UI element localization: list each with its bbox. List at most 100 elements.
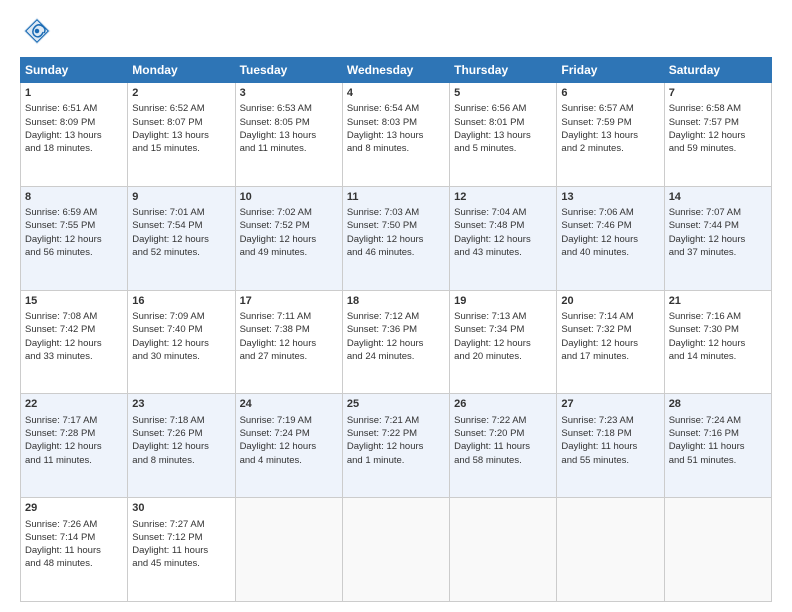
day-number: 24	[240, 397, 338, 412]
day-number: 17	[240, 294, 338, 309]
day-info-line: Sunset: 8:07 PM	[132, 116, 230, 129]
day-number: 11	[347, 190, 445, 205]
day-info-line: Sunset: 7:34 PM	[454, 323, 552, 336]
day-info-line: Daylight: 13 hours	[132, 129, 230, 142]
calendar-week-row: 1Sunrise: 6:51 AMSunset: 8:09 PMDaylight…	[21, 83, 772, 187]
day-info-line: and 17 minutes.	[561, 350, 659, 363]
calendar-week-row: 15Sunrise: 7:08 AMSunset: 7:42 PMDayligh…	[21, 290, 772, 394]
calendar-cell: 15Sunrise: 7:08 AMSunset: 7:42 PMDayligh…	[21, 290, 128, 394]
calendar-cell: 9Sunrise: 7:01 AMSunset: 7:54 PMDaylight…	[128, 186, 235, 290]
day-info-line: Sunrise: 7:19 AM	[240, 414, 338, 427]
calendar-cell: 30Sunrise: 7:27 AMSunset: 7:12 PMDayligh…	[128, 498, 235, 602]
day-info-line: Sunrise: 7:02 AM	[240, 206, 338, 219]
day-info-line: Daylight: 11 hours	[561, 440, 659, 453]
day-number: 14	[669, 190, 767, 205]
calendar-cell: 27Sunrise: 7:23 AMSunset: 7:18 PMDayligh…	[557, 394, 664, 498]
calendar-cell: 10Sunrise: 7:02 AMSunset: 7:52 PMDayligh…	[235, 186, 342, 290]
calendar-cell: 26Sunrise: 7:22 AMSunset: 7:20 PMDayligh…	[450, 394, 557, 498]
day-info-line: Sunrise: 7:24 AM	[669, 414, 767, 427]
day-info-line: Daylight: 12 hours	[669, 129, 767, 142]
day-info-line: Daylight: 12 hours	[25, 233, 123, 246]
day-info-line: and 1 minute.	[347, 454, 445, 467]
day-info-line: Sunrise: 7:13 AM	[454, 310, 552, 323]
calendar-cell: 16Sunrise: 7:09 AMSunset: 7:40 PMDayligh…	[128, 290, 235, 394]
day-info-line: and 46 minutes.	[347, 246, 445, 259]
calendar-week-row: 8Sunrise: 6:59 AMSunset: 7:55 PMDaylight…	[21, 186, 772, 290]
day-info-line: Sunrise: 7:01 AM	[132, 206, 230, 219]
day-info-line: Sunrise: 6:59 AM	[25, 206, 123, 219]
day-info-line: Sunset: 7:32 PM	[561, 323, 659, 336]
day-info-line: Sunset: 7:48 PM	[454, 219, 552, 232]
day-info-line: Sunrise: 7:18 AM	[132, 414, 230, 427]
day-info-line: Sunrise: 6:56 AM	[454, 102, 552, 115]
day-info-line: Daylight: 11 hours	[25, 544, 123, 557]
calendar-cell: 22Sunrise: 7:17 AMSunset: 7:28 PMDayligh…	[21, 394, 128, 498]
day-info-line: Daylight: 12 hours	[132, 337, 230, 350]
day-number: 2	[132, 86, 230, 101]
day-number: 13	[561, 190, 659, 205]
day-info-line: Sunset: 7:59 PM	[561, 116, 659, 129]
day-info-line: Sunrise: 6:53 AM	[240, 102, 338, 115]
day-info-line: Daylight: 12 hours	[347, 440, 445, 453]
day-info-line: Sunset: 7:36 PM	[347, 323, 445, 336]
calendar-cell: 24Sunrise: 7:19 AMSunset: 7:24 PMDayligh…	[235, 394, 342, 498]
day-info-line: Sunset: 8:03 PM	[347, 116, 445, 129]
day-info-line: Sunrise: 7:16 AM	[669, 310, 767, 323]
day-info-line: Daylight: 12 hours	[25, 440, 123, 453]
calendar-cell: 7Sunrise: 6:58 AMSunset: 7:57 PMDaylight…	[664, 83, 771, 187]
day-info-line: Sunset: 7:22 PM	[347, 427, 445, 440]
day-info-line: Daylight: 12 hours	[669, 337, 767, 350]
day-number: 15	[25, 294, 123, 309]
day-number: 19	[454, 294, 552, 309]
day-info-line: Sunrise: 7:06 AM	[561, 206, 659, 219]
day-number: 7	[669, 86, 767, 101]
day-info-line: Sunrise: 7:17 AM	[25, 414, 123, 427]
day-info-line: Sunrise: 7:21 AM	[347, 414, 445, 427]
day-info-line: Sunset: 7:38 PM	[240, 323, 338, 336]
calendar-cell: 29Sunrise: 7:26 AMSunset: 7:14 PMDayligh…	[21, 498, 128, 602]
day-info-line: Sunset: 7:12 PM	[132, 531, 230, 544]
day-info-line: Sunrise: 7:27 AM	[132, 518, 230, 531]
day-of-week-header: Friday	[557, 58, 664, 83]
day-number: 16	[132, 294, 230, 309]
day-info-line: Sunset: 7:18 PM	[561, 427, 659, 440]
day-info-line: Sunset: 7:42 PM	[25, 323, 123, 336]
day-info-line: Sunset: 7:16 PM	[669, 427, 767, 440]
day-number: 8	[25, 190, 123, 205]
day-info-line: Daylight: 12 hours	[561, 337, 659, 350]
day-info-line: Sunset: 7:55 PM	[25, 219, 123, 232]
calendar-cell: 4Sunrise: 6:54 AMSunset: 8:03 PMDaylight…	[342, 83, 449, 187]
day-number: 29	[25, 501, 123, 516]
day-info-line: Sunset: 7:40 PM	[132, 323, 230, 336]
day-info-line: Sunset: 7:52 PM	[240, 219, 338, 232]
day-of-week-header: Sunday	[21, 58, 128, 83]
calendar-table: SundayMondayTuesdayWednesdayThursdayFrid…	[20, 57, 772, 602]
day-info-line: Daylight: 13 hours	[240, 129, 338, 142]
day-info-line: Sunrise: 7:23 AM	[561, 414, 659, 427]
day-info-line: and 58 minutes.	[454, 454, 552, 467]
day-number: 6	[561, 86, 659, 101]
day-number: 3	[240, 86, 338, 101]
day-info-line: Sunrise: 7:04 AM	[454, 206, 552, 219]
day-info-line: Daylight: 12 hours	[347, 337, 445, 350]
day-info-line: Sunrise: 6:57 AM	[561, 102, 659, 115]
day-info-line: Sunrise: 7:11 AM	[240, 310, 338, 323]
day-info-line: Daylight: 12 hours	[240, 233, 338, 246]
day-of-week-header: Saturday	[664, 58, 771, 83]
day-info-line: Sunset: 8:09 PM	[25, 116, 123, 129]
day-info-line: Daylight: 12 hours	[347, 233, 445, 246]
day-info-line: Daylight: 13 hours	[561, 129, 659, 142]
day-info-line: and 24 minutes.	[347, 350, 445, 363]
calendar-cell: 14Sunrise: 7:07 AMSunset: 7:44 PMDayligh…	[664, 186, 771, 290]
day-info-line: Daylight: 13 hours	[347, 129, 445, 142]
day-info-line: Daylight: 11 hours	[454, 440, 552, 453]
calendar-cell: 18Sunrise: 7:12 AMSunset: 7:36 PMDayligh…	[342, 290, 449, 394]
day-info-line: and 51 minutes.	[669, 454, 767, 467]
day-of-week-header: Thursday	[450, 58, 557, 83]
day-info-line: and 45 minutes.	[132, 557, 230, 570]
page-header	[20, 16, 772, 49]
day-info-line: Daylight: 12 hours	[240, 337, 338, 350]
calendar-cell: 25Sunrise: 7:21 AMSunset: 7:22 PMDayligh…	[342, 394, 449, 498]
day-info-line: Sunrise: 7:07 AM	[669, 206, 767, 219]
day-info-line: and 11 minutes.	[25, 454, 123, 467]
